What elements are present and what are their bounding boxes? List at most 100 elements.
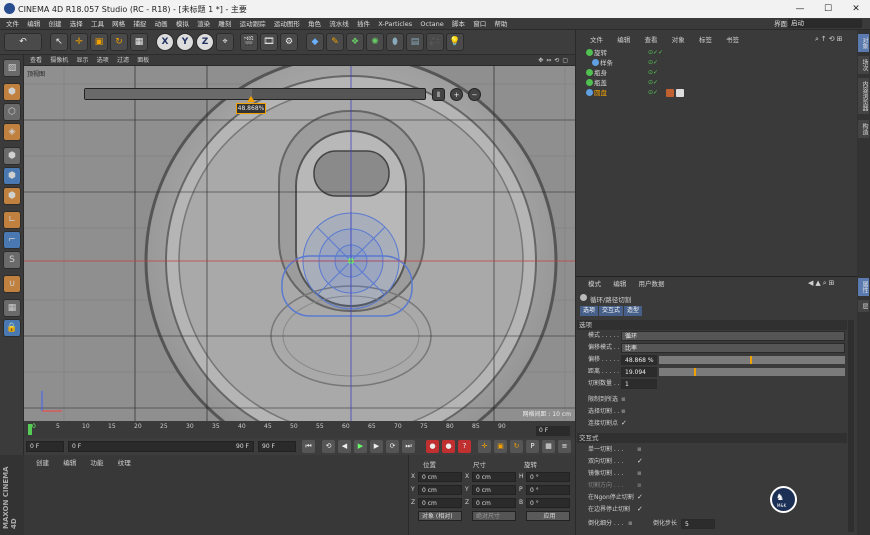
start-frame-field[interactable]: 0 F bbox=[26, 441, 64, 452]
position-x-field[interactable]: 0 cm bbox=[418, 472, 462, 482]
objmenu-view[interactable]: 查看 bbox=[644, 35, 657, 46]
slider-menu-icon[interactable]: ⫴ bbox=[432, 88, 445, 101]
viewport-nav-icons[interactable]: ✥⇔⟲▢ bbox=[538, 55, 571, 66]
material-menu-texture[interactable]: 纹理 bbox=[118, 458, 131, 469]
menu-snap[interactable]: 捕捉 bbox=[133, 18, 146, 30]
viewport-menu-view[interactable]: 查看 bbox=[30, 55, 42, 66]
visibility-icon[interactable]: ⊙✓ bbox=[648, 58, 658, 68]
connect-cut-checkbox[interactable]: ✓ bbox=[621, 419, 627, 427]
timeline-ruler[interactable]: 0 5 10 15 20 25 30 35 40 45 50 55 60 65 … bbox=[24, 421, 575, 438]
tab-takes[interactable]: 场次 bbox=[858, 56, 869, 74]
coord-mode-select[interactable]: 对象 (相对) bbox=[418, 511, 462, 521]
camera-icon[interactable]: 🎥 bbox=[426, 33, 444, 51]
goto-start-icon[interactable]: ⏮ bbox=[302, 440, 315, 453]
tab-layers[interactable]: 层 bbox=[858, 300, 869, 312]
next-frame-icon[interactable]: ▶ bbox=[370, 440, 383, 453]
make-editable-icon[interactable]: ▨ bbox=[3, 59, 21, 77]
rotation-p-field[interactable]: 0 ° bbox=[526, 485, 570, 495]
menu-simulate[interactable]: 模拟 bbox=[176, 18, 189, 30]
mode-select[interactable]: 循环 bbox=[621, 331, 845, 341]
keyframe-selection-icon[interactable]: ? bbox=[458, 440, 471, 453]
tab-objects[interactable]: 对象 bbox=[858, 34, 869, 52]
menu-mograph[interactable]: 运动图形 bbox=[274, 18, 300, 30]
menu-help[interactable]: 帮助 bbox=[494, 18, 507, 30]
slider-remove-icon[interactable]: − bbox=[468, 88, 481, 101]
viewport-menu-panel[interactable]: 面板 bbox=[137, 55, 149, 66]
enable-check-icon[interactable]: ✓ bbox=[658, 48, 663, 58]
distance-slider[interactable] bbox=[659, 368, 845, 376]
tab-interactive[interactable]: 交互式 bbox=[599, 306, 624, 316]
texture-mode-icon[interactable]: ⬡ bbox=[3, 103, 21, 121]
play-icon[interactable]: ▶ bbox=[354, 440, 367, 453]
objmenu-edit[interactable]: 编辑 bbox=[617, 35, 630, 46]
lock-workplane-icon[interactable]: 🔒 bbox=[3, 319, 21, 337]
render-settings-icon[interactable]: ⚙ bbox=[280, 33, 298, 51]
key-position-icon[interactable]: ✛ bbox=[478, 440, 491, 453]
object-row[interactable]: 旋转 ⊙✓ ✓ bbox=[578, 48, 857, 58]
position-z-field[interactable]: 0 cm bbox=[418, 498, 462, 508]
close-button[interactable]: ✕ bbox=[842, 0, 870, 18]
menu-plugins[interactable]: 插件 bbox=[357, 18, 370, 30]
offset-mode-select[interactable]: 比率 bbox=[621, 343, 845, 353]
record-icon[interactable]: ● bbox=[426, 440, 439, 453]
playhead[interactable] bbox=[28, 424, 32, 435]
prev-key-icon[interactable]: ⟲ bbox=[322, 440, 335, 453]
autokey-icon[interactable]: ● bbox=[442, 440, 455, 453]
deformer-icon[interactable]: ⬮ bbox=[386, 33, 404, 51]
menu-mesh[interactable]: 网格 bbox=[112, 18, 125, 30]
bidirectional-checkbox[interactable]: ✓ bbox=[637, 457, 643, 465]
object-row[interactable]: 瓶盖 ⊙✓ bbox=[578, 78, 857, 88]
menu-sculpt[interactable]: 雕刻 bbox=[218, 18, 231, 30]
rotate-tool-icon[interactable]: ↻ bbox=[110, 33, 128, 51]
tab-structure[interactable]: 构造 bbox=[858, 120, 869, 138]
undo-icon[interactable]: ↶ bbox=[4, 33, 42, 51]
goto-end-icon[interactable]: ⏭ bbox=[402, 440, 415, 453]
attrmenu-userdata[interactable]: 用户数据 bbox=[638, 279, 664, 290]
stop-at-edge-checkbox[interactable]: ✓ bbox=[637, 505, 643, 513]
objmenu-tags[interactable]: 标签 bbox=[699, 35, 712, 46]
position-y-field[interactable]: 0 cm bbox=[418, 485, 462, 495]
menu-render[interactable]: 渲染 bbox=[197, 18, 210, 30]
tab-shaping[interactable]: 造型 bbox=[624, 306, 643, 316]
key-param-icon[interactable]: P bbox=[526, 440, 539, 453]
snap-icon[interactable]: S bbox=[3, 251, 21, 269]
model-mode-icon[interactable]: ⬢ bbox=[3, 83, 21, 101]
material-menu-function[interactable]: 功能 bbox=[90, 458, 103, 469]
stop-at-ngon-checkbox[interactable]: ✓ bbox=[637, 493, 643, 501]
attribute-nav-icons[interactable]: ◀▲⌕⊞ bbox=[808, 279, 837, 288]
preview-range-slider[interactable]: 0 F 90 F bbox=[68, 441, 254, 452]
select-tool-icon[interactable]: ↖ bbox=[50, 33, 68, 51]
maximize-button[interactable]: ☐ bbox=[814, 0, 842, 18]
layout-select[interactable]: 启动 bbox=[788, 19, 862, 28]
tab-attributes[interactable]: 属性 bbox=[858, 278, 869, 296]
cut-direction-checkbox[interactable]: ▪ bbox=[637, 481, 642, 489]
size-x-field[interactable]: 0 cm bbox=[472, 472, 516, 482]
visibility-icon[interactable]: ⊙✓ bbox=[648, 88, 658, 98]
z-axis-toggle[interactable]: Z bbox=[196, 33, 214, 51]
attribute-scrollbar[interactable] bbox=[848, 320, 854, 532]
menu-tools[interactable]: 工具 bbox=[91, 18, 104, 30]
rotation-b-field[interactable]: 0 ° bbox=[526, 498, 570, 508]
attrmenu-mode[interactable]: 模式 bbox=[588, 279, 601, 290]
objmenu-bookmarks[interactable]: 书签 bbox=[726, 35, 739, 46]
menu-octane[interactable]: Octane bbox=[420, 18, 443, 30]
menu-edit[interactable]: 编辑 bbox=[27, 18, 40, 30]
current-frame-field[interactable]: 0 F bbox=[536, 426, 570, 436]
end-frame-field[interactable]: 90 F bbox=[258, 441, 296, 452]
y-axis-toggle[interactable]: Y bbox=[176, 33, 194, 51]
single-cut-checkbox[interactable]: ▪ bbox=[637, 445, 642, 453]
minimize-button[interactable]: — bbox=[786, 0, 814, 18]
limit-selection-checkbox[interactable]: ▪ bbox=[621, 395, 626, 403]
object-row[interactable]: 样条 ⊙✓ bbox=[578, 58, 857, 68]
size-y-field[interactable]: 0 cm bbox=[472, 485, 516, 495]
bevel-subdivide-checkbox[interactable]: ▪ bbox=[628, 519, 633, 527]
loop-cut-slider[interactable] bbox=[84, 88, 426, 100]
render-picture-viewer-icon[interactable]: 🎞 bbox=[260, 33, 278, 51]
tweak-mode-icon[interactable]: ⌐ bbox=[3, 231, 21, 249]
object-manager-search-icon[interactable]: ⌕↑⟲⊞ bbox=[815, 35, 845, 44]
tab-options[interactable]: 选项 bbox=[580, 306, 599, 316]
menu-xparticles[interactable]: X-Particles bbox=[378, 18, 412, 30]
object-row[interactable]: 瓶身 ⊙✓ bbox=[578, 68, 857, 78]
objmenu-objects[interactable]: 对象 bbox=[672, 35, 685, 46]
object-row-selected[interactable]: 圆盘 ⊙✓ bbox=[578, 88, 857, 98]
